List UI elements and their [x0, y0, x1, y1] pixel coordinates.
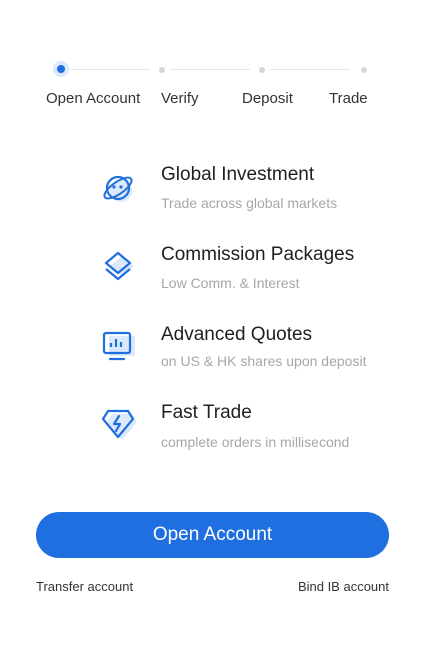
globe-icon: [100, 170, 138, 208]
step-dot-verify: [159, 67, 165, 73]
step-connector: [170, 69, 250, 70]
step-connector: [270, 69, 350, 70]
open-account-button[interactable]: Open Account: [36, 512, 389, 558]
lightning-diamond-icon: [100, 406, 138, 444]
feature-desc: complete orders in millisecond: [161, 434, 350, 450]
feature-desc: Trade across global markets: [161, 195, 338, 211]
feature-title: Fast Trade: [161, 402, 252, 423]
feature-title: Advanced Quotes: [161, 324, 313, 345]
layers-icon: [100, 248, 138, 286]
feature-title: Global Investment: [161, 164, 315, 185]
step-label-open-account: Open Account: [46, 90, 141, 107]
step-dot-deposit: [259, 67, 265, 73]
feature-desc: Low Comm. & Interest: [161, 275, 300, 291]
step-label-trade: Trade: [329, 90, 368, 107]
step-connector: [70, 69, 150, 70]
step-label-verify: Verify: [161, 90, 199, 107]
step-dot-open-account: [57, 65, 65, 73]
step-dot-trade: [361, 67, 367, 73]
feature-desc: on US & HK shares upon deposit: [161, 353, 367, 369]
bind-ib-account-link[interactable]: Bind IB account: [298, 579, 389, 594]
chart-monitor-icon: [100, 328, 138, 366]
feature-title: Commission Packages: [161, 244, 355, 265]
step-label-deposit: Deposit: [242, 90, 293, 107]
transfer-account-link[interactable]: Transfer account: [36, 579, 133, 594]
step-indicator: Open Account Verify Deposit Trade: [0, 0, 425, 120]
